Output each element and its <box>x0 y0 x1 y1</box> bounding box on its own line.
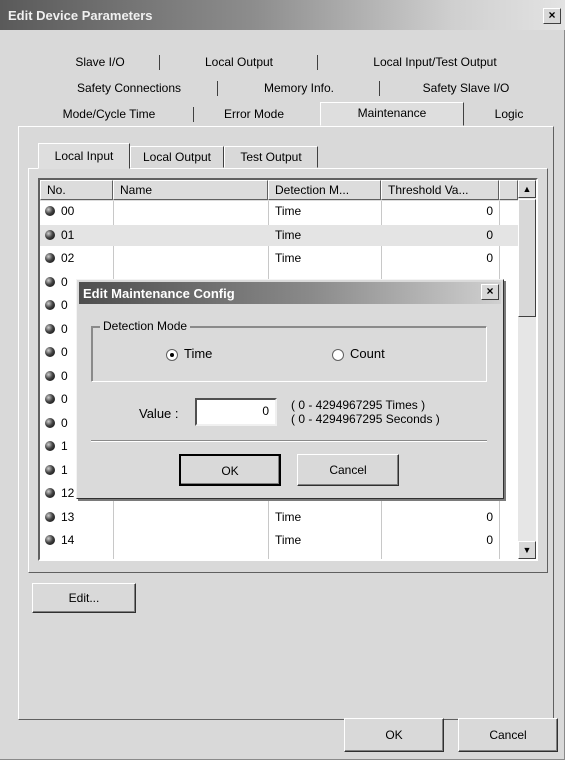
input-status-icon <box>45 417 55 428</box>
item-number: 12 <box>61 486 75 500</box>
item-threshold: 0 <box>486 204 493 218</box>
edit-button[interactable]: Edit... <box>32 583 136 613</box>
input-status-icon <box>45 253 55 263</box>
input-status-icon <box>45 441 55 451</box>
dialog-title: Edit Maintenance Config <box>83 286 235 301</box>
list-scrollbar[interactable]: ▲ ▼ <box>518 180 536 559</box>
input-status-icon <box>45 229 55 240</box>
column-header-name[interactable]: Name <box>113 180 268 200</box>
item-threshold: 0 <box>486 251 493 265</box>
value-range-seconds: ( 0 - 4294967295 Seconds ) <box>291 412 440 426</box>
window-title: Edit Device Parameters <box>8 8 153 23</box>
subtab-local-output[interactable]: Local Output <box>130 146 224 168</box>
list-item[interactable]: 02 Time 0 <box>40 248 518 269</box>
edit-device-parameters-window: Edit Device Parameters × Slave I/O Local… <box>0 0 565 760</box>
tab-local-input-test-output[interactable]: Local Input/Test Output <box>318 52 552 72</box>
scrollbar-thumb[interactable] <box>518 199 536 317</box>
input-status-icon <box>45 276 55 287</box>
ok-button[interactable]: OK <box>344 718 444 752</box>
item-threshold: 0 <box>486 227 493 242</box>
value-input[interactable]: 0 <box>195 398 277 426</box>
item-number: 01 <box>61 227 75 242</box>
input-status-icon <box>45 206 55 216</box>
input-status-icon <box>45 488 55 498</box>
tab-logic[interactable]: Logic <box>464 104 554 124</box>
input-status-icon <box>45 347 55 357</box>
column-header-filler <box>499 180 518 200</box>
tab-row-2: Safety Connections Memory Info. Safety S… <box>40 78 552 98</box>
tab-safety-slave-io[interactable]: Safety Slave I/O <box>380 78 552 98</box>
item-detection-mode: Time <box>275 509 302 524</box>
item-number: 0 <box>61 274 68 289</box>
column-header-detection-mode[interactable]: Detection M... <box>268 180 381 200</box>
item-number: 0 <box>61 321 68 336</box>
item-number: 0 <box>61 345 68 359</box>
radio-count[interactable] <box>332 349 344 361</box>
tab-maintenance[interactable]: Maintenance <box>320 102 464 126</box>
detection-mode-group: Detection Mode Time Count <box>91 319 487 382</box>
dialog-close-icon[interactable]: × <box>481 284 499 300</box>
item-number: 0 <box>61 298 68 312</box>
tab-row-3: Mode/Cycle Time Error Mode Maintenance L… <box>24 102 554 126</box>
input-status-icon <box>45 535 55 545</box>
item-detection-mode: Time <box>275 251 302 265</box>
item-number: 00 <box>61 204 75 218</box>
list-item[interactable]: 01 Time 0 <box>40 224 518 246</box>
tab-error-mode[interactable]: Error Mode <box>194 104 314 124</box>
tab-row-1: Slave I/O Local Output Local Input/Test … <box>40 52 552 72</box>
item-detection-mode: Time <box>275 204 302 218</box>
item-threshold: 0 <box>486 509 493 524</box>
list-item[interactable]: 14 Time 0 <box>40 530 518 551</box>
item-detection-mode: Time <box>275 533 302 547</box>
scroll-down-arrow-icon[interactable]: ▼ <box>518 541 536 559</box>
item-number: 0 <box>61 368 68 383</box>
value-label: Value : <box>139 406 179 421</box>
item-number: 0 <box>61 392 68 406</box>
item-number: 0 <box>61 415 68 430</box>
list-header: No. Name Detection M... Threshold Va... <box>40 180 518 201</box>
list-item[interactable]: 00 Time 0 <box>40 201 518 222</box>
column-header-threshold-value[interactable]: Threshold Va... <box>381 180 499 200</box>
item-number: 1 <box>61 439 68 453</box>
radio-time-label[interactable]: Time <box>184 346 212 361</box>
tab-memory-info[interactable]: Memory Info. <box>218 78 380 98</box>
dialog-titlebar: Edit Maintenance Config <box>79 282 501 304</box>
input-status-icon <box>45 394 55 404</box>
radio-time[interactable] <box>166 349 178 361</box>
input-status-icon <box>45 323 55 334</box>
dialog-separator <box>91 440 487 442</box>
edit-maintenance-config-dialog: Edit Maintenance Config × Detection Mode… <box>76 279 504 499</box>
window-close-icon[interactable]: × <box>543 8 561 24</box>
input-status-icon <box>45 464 55 475</box>
scroll-up-arrow-icon[interactable]: ▲ <box>518 180 536 198</box>
input-status-icon <box>45 511 55 522</box>
item-threshold: 0 <box>486 533 493 547</box>
input-status-icon <box>45 370 55 381</box>
subtab-local-input[interactable]: Local Input <box>38 143 130 169</box>
value-range-times: ( 0 - 4294967295 Times ) <box>291 398 426 412</box>
cancel-button[interactable]: Cancel <box>458 718 558 752</box>
detection-mode-label: Detection Mode <box>100 319 191 333</box>
subtab-test-output[interactable]: Test Output <box>224 146 318 168</box>
tab-slave-io[interactable]: Slave I/O <box>40 52 160 72</box>
radio-count-label[interactable]: Count <box>350 346 385 361</box>
window-titlebar: Edit Device Parameters <box>0 0 565 30</box>
item-number: 02 <box>61 251 75 265</box>
input-status-icon <box>45 300 55 310</box>
tab-safety-connections[interactable]: Safety Connections <box>40 78 218 98</box>
list-item[interactable]: 13 Time 0 <box>40 507 518 528</box>
dialog-ok-button[interactable]: OK <box>179 454 281 486</box>
item-number: 13 <box>61 509 75 524</box>
tab-mode-cycle-time[interactable]: Mode/Cycle Time <box>24 104 194 124</box>
item-number: 14 <box>61 533 75 547</box>
item-number: 1 <box>61 462 68 477</box>
dialog-cancel-button[interactable]: Cancel <box>297 454 399 486</box>
column-header-no[interactable]: No. <box>40 180 113 200</box>
item-detection-mode: Time <box>275 227 302 242</box>
tab-local-output[interactable]: Local Output <box>160 52 318 72</box>
